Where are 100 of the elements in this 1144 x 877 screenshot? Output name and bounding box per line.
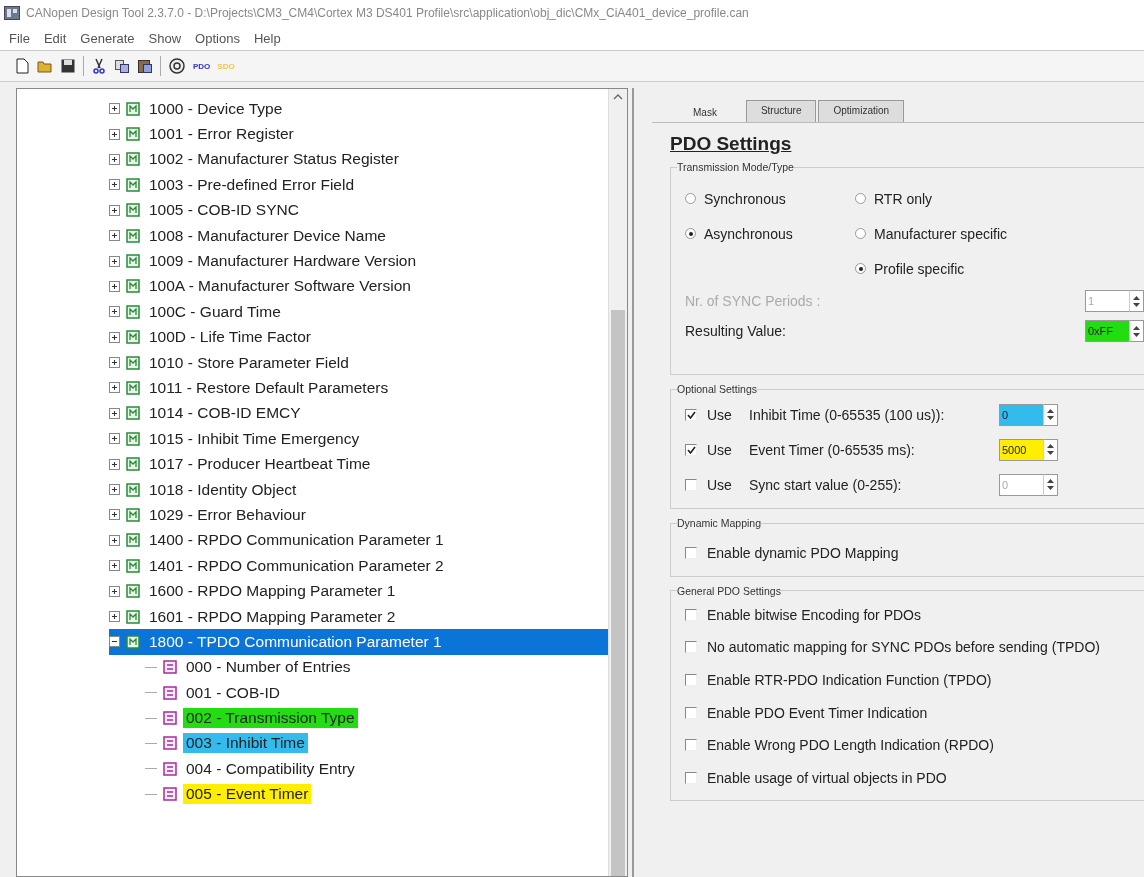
tree-item[interactable]: 002 - Transmission Type [109,705,608,731]
object-icon [126,507,140,522]
object-icon [126,482,140,497]
radio-button[interactable] [685,228,696,239]
checkbox[interactable] [685,771,697,784]
tree-item[interactable]: 100C - Guard Time [109,299,608,325]
object-icon [126,228,140,243]
radio-label: Profile specific [874,260,965,277]
object-icon [126,634,140,649]
tree-item[interactable]: 1029 - Error Behaviour [109,502,608,528]
checkbox[interactable] [685,674,697,687]
new-file-icon[interactable] [14,58,30,74]
tree-item[interactable]: 1600 - RPDO Mapping Parameter 1 [109,578,608,604]
tree-item[interactable]: 1003 - Pre-defined Error Field [109,172,608,198]
open-folder-icon[interactable] [37,58,53,74]
subindex-icon [163,761,177,776]
spin-up-icon [1133,295,1140,300]
tree-item[interactable]: 1008 - Manufacturer Device Name [109,222,608,249]
group-title: Optional Settings [677,383,757,395]
radio-button[interactable] [855,263,866,274]
tree-item[interactable]: 1401 - RPDO Communication Parameter 2 [109,553,608,579]
tab[interactable]: Optimization [818,100,905,122]
menu-item[interactable]: Show [141,30,189,46]
copy-icon[interactable] [114,58,130,74]
tree-item[interactable]: 1010 - Store Parameter Field [109,349,608,376]
menu-item[interactable]: File [2,30,37,46]
subindex-icon [163,736,177,751]
paste-icon[interactable] [137,58,153,74]
tree-item[interactable]: 003 - Inhibit Time [109,730,608,757]
spin-up-icon [1047,479,1054,483]
object-icon [126,101,140,116]
object-icon [126,177,140,192]
spin-field[interactable]: 0 [999,403,1043,426]
tree-item[interactable]: 1009 - Manufacturer Hardware Version [109,248,608,274]
tree-item[interactable]: 1000 - Device Type [109,96,608,122]
tree-item[interactable]: 1001 - Error Register [109,121,608,147]
object-icon [126,406,140,421]
radio-button[interactable] [685,193,696,204]
checkbox-label: Enable dynamic PDO Mapping [707,545,899,562]
tree-item[interactable]: 1011 - Restore Default Parameters [109,375,608,401]
tree-item[interactable]: 1017 - Producer Heartbeat Time [109,451,608,477]
object-icon [126,330,140,345]
subindex-icon [163,685,177,700]
object-icon [126,457,140,472]
tree-item[interactable]: 1014 - COB-ID EMCY [109,400,608,427]
radio-label: Asynchronous [704,225,793,242]
object-icon [126,609,140,624]
menu-item[interactable]: Edit [36,30,74,46]
tree-item[interactable]: 000 - Number of Entries [109,654,608,680]
tree-item[interactable]: 001 - COB-ID [109,680,608,706]
save-icon[interactable] [60,58,76,74]
checkbox[interactable] [685,608,697,621]
tree-item[interactable]: 1018 - Identity Object [109,476,608,503]
scrollbar-thumb[interactable] [611,310,625,876]
app-icon [4,6,20,20]
checkbox[interactable] [685,408,697,421]
object-icon [126,254,140,269]
tree-item[interactable]: 100D - Life Time Factor [109,324,608,350]
spin-field[interactable]: 0xFF [1085,320,1129,342]
spin-field[interactable]: 5000 [999,438,1043,461]
checkbox-label: Enable bitwise Encoding for PDOs [707,606,921,623]
checkbox-label: Use [707,441,733,458]
checkbox[interactable] [685,443,697,456]
menu-item[interactable]: Options [188,30,247,46]
tree-item[interactable]: 1800 - TPDO Communication Parameter 1 [109,629,608,655]
tab[interactable]: Structure [745,100,817,122]
subindex-icon [163,660,177,675]
object-icon [126,431,140,446]
object-icon [126,558,140,573]
menu-item[interactable]: Generate [73,30,142,46]
scissors-icon[interactable] [91,58,107,74]
spin-down-icon [1047,451,1054,455]
checkbox[interactable] [685,706,697,719]
spin-arrows[interactable] [1043,473,1058,496]
spin-arrows[interactable] [1129,320,1144,342]
menu-item[interactable]: Help [246,30,288,46]
spin-arrows[interactable] [1129,290,1144,312]
tree-item[interactable]: 1015 - Inhibit Time Emergency [109,426,608,452]
checkbox[interactable] [685,641,697,654]
spin-up-icon [1047,444,1054,448]
checkbox[interactable] [685,547,697,560]
spin-arrows[interactable] [1043,438,1058,461]
tree-item[interactable]: 1002 - Manufacturer Status Register [109,146,608,173]
checkbox[interactable] [685,739,697,752]
radio-button[interactable] [855,193,866,204]
tree-item[interactable]: 1601 - RPDO Mapping Parameter 2 [109,603,608,630]
tree-item[interactable]: 1400 - RPDO Communication Parameter 1 [109,527,608,554]
spin-arrows[interactable] [1043,403,1058,426]
object-icon [126,381,140,395]
tree-item[interactable]: 004 - Compatibility Entry [109,756,608,782]
object-icon [126,152,140,167]
object-icon [126,533,140,548]
field-label: Resulting Value: [685,323,787,339]
field-label: Event Timer (0-65535 ms): [749,441,916,458]
radio-button[interactable] [855,228,866,239]
tree-item[interactable]: 100A - Manufacturer Software Version [109,273,608,300]
toolbar-button[interactable]: PDO [193,61,211,71]
tree-item[interactable]: 005 - Event Timer [109,781,608,807]
object-icon [126,304,140,319]
tree-item[interactable]: 1005 - COB-ID SYNC [109,197,608,223]
